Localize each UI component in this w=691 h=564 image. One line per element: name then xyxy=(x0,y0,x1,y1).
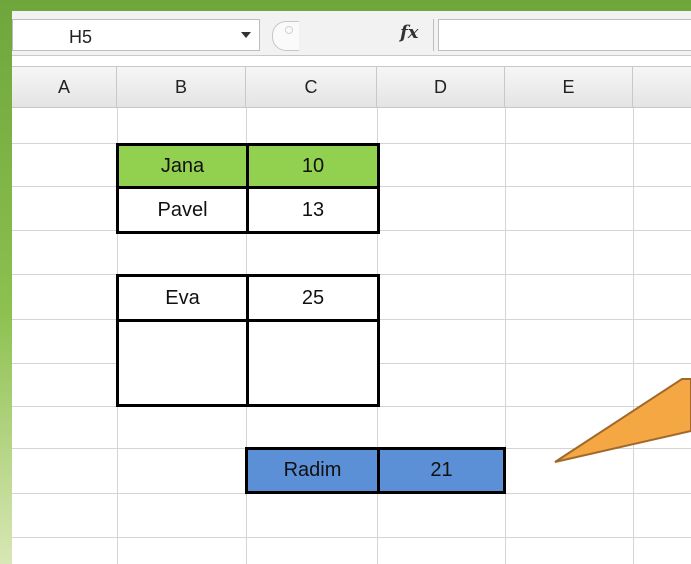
callout-arrow-shape xyxy=(554,378,691,463)
callout-pointer xyxy=(554,378,691,463)
spreadsheet-window: H5 fx A B C D E Jana 10 Pavel 13 Eva 25 … xyxy=(12,11,691,564)
